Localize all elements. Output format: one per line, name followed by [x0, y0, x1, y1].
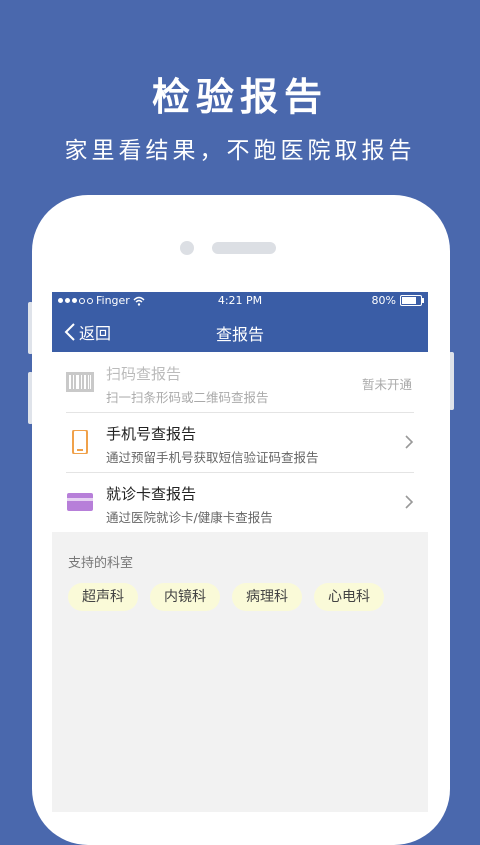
phone-camera — [180, 241, 194, 255]
app-screen: Finger 4:21 PM 80% 返回 查报告 扫码查报告 扫一扫条形码或二… — [52, 292, 428, 812]
page-title: 查报告 — [215, 325, 264, 344]
phone-icon — [72, 430, 88, 454]
battery-icon — [400, 295, 424, 306]
report-options-list: 扫码查报告 扫一扫条形码或二维码查报告 暂未开通 手机号查报告 通过预留手机号获… — [52, 352, 428, 532]
phone-number-option[interactable]: 手机号查报告 通过预留手机号获取短信验证码查报告 — [52, 412, 428, 472]
medical-card-desc: 通过医院就诊卡/健康卡查报告 — [106, 510, 273, 525]
scan-code-option: 扫码查报告 扫一扫条形码或二维码查报告 暂未开通 — [52, 352, 428, 412]
phone-number-title: 手机号查报告 — [106, 425, 197, 443]
barcode-icon — [66, 372, 94, 392]
chevron-right-icon — [405, 495, 414, 509]
department-tag[interactable]: 心电科 — [314, 583, 384, 611]
chevron-right-icon — [405, 435, 414, 449]
department-tags: 超声科 内镜科 病理科 心电科 — [68, 583, 428, 611]
status-badge: 暂未开通 — [361, 377, 412, 392]
department-tag[interactable]: 病理科 — [232, 583, 302, 611]
hero-title: 检验报告 — [151, 74, 328, 119]
battery-percent: 80% — [371, 294, 396, 307]
status-bar: Finger 4:21 PM 80% — [52, 292, 428, 310]
medical-card-title: 就诊卡查报告 — [106, 485, 197, 503]
department-tag[interactable]: 内镜科 — [150, 583, 220, 611]
scan-code-title: 扫码查报告 — [106, 365, 182, 383]
departments-label: 支持的科室 — [68, 556, 134, 571]
medical-card-option[interactable]: 就诊卡查报告 通过医院就诊卡/健康卡查报告 — [52, 472, 428, 532]
phone-number-desc: 通过预留手机号获取短信验证码查报告 — [106, 450, 319, 465]
phone-speaker — [212, 242, 276, 254]
nav-bar: 返回 查报告 — [52, 310, 428, 352]
hero-subtitle: 家里看结果，不跑医院取报告 — [64, 138, 416, 164]
card-icon — [67, 493, 93, 511]
department-tag[interactable]: 超声科 — [68, 583, 138, 611]
scan-code-desc: 扫一扫条形码或二维码查报告 — [106, 390, 269, 405]
